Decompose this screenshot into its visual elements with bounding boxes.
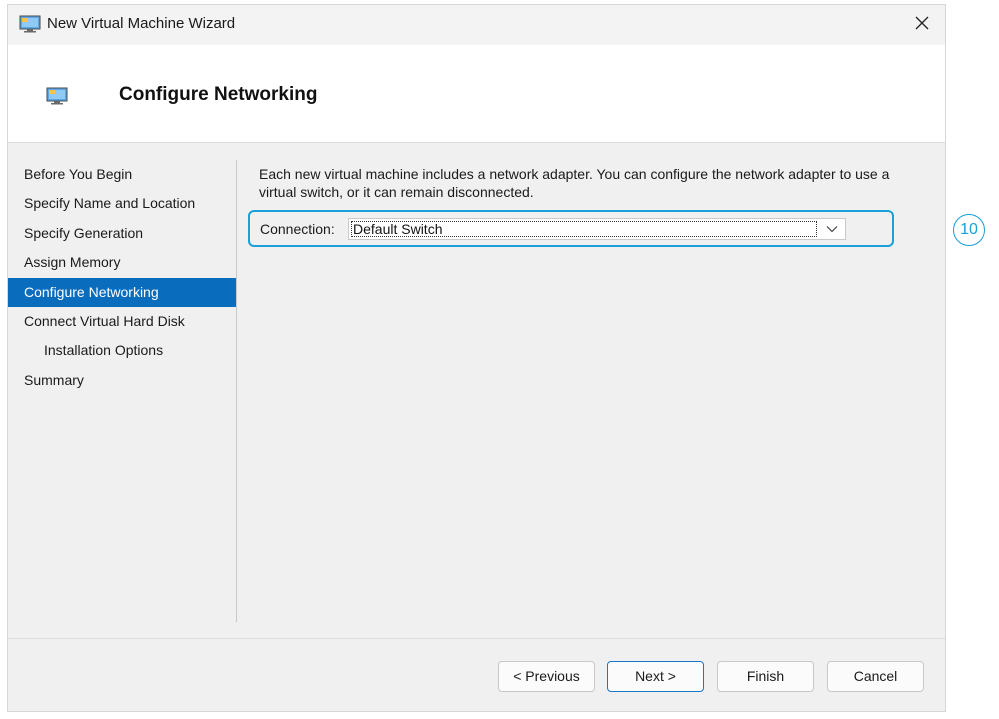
cancel-button[interactable]: Cancel: [827, 661, 924, 692]
sidebar-item-before-you-begin[interactable]: Before You Begin: [8, 160, 236, 189]
content-pane: Each new virtual machine includes a netw…: [259, 166, 929, 201]
page-title: Configure Networking: [119, 84, 318, 105]
close-icon: [915, 16, 929, 35]
sidebar-item-installation-options[interactable]: Installation Options: [8, 336, 236, 365]
previous-button[interactable]: < Previous: [498, 661, 595, 692]
sidebar-item-summary[interactable]: Summary: [8, 366, 236, 395]
wizard-window: New Virtual Machine Wizard Configure Net…: [7, 4, 946, 712]
sidebar-divider: [236, 160, 237, 622]
connection-dropdown[interactable]: Default Switch: [348, 218, 846, 240]
hyperv-monitor-icon: [19, 15, 41, 33]
step-callout-badge: 10: [953, 214, 985, 246]
window-title: New Virtual Machine Wizard: [47, 15, 236, 32]
next-button[interactable]: Next >: [607, 661, 704, 692]
title-bar: New Virtual Machine Wizard: [8, 5, 945, 45]
description-text: Each new virtual machine includes a netw…: [259, 166, 890, 200]
sidebar-item-connect-virtual-hard-disk[interactable]: Connect Virtual Hard Disk: [8, 307, 236, 336]
sidebar-item-configure-networking[interactable]: Configure Networking: [8, 277, 236, 307]
finish-button[interactable]: Finish: [717, 661, 814, 692]
hyperv-monitor-icon: [45, 87, 69, 105]
connection-selected-value: Default Switch: [351, 221, 817, 237]
connection-row-highlight: Connection: Default Switch: [248, 210, 894, 247]
connection-label: Connection:: [260, 221, 335, 237]
footer-divider: [8, 638, 945, 639]
sidebar-item-specify-name-location[interactable]: Specify Name and Location: [8, 189, 236, 218]
wizard-steps-sidebar: Before You Begin Specify Name and Locati…: [8, 160, 236, 395]
sidebar-item-specify-generation[interactable]: Specify Generation: [8, 219, 236, 248]
close-button[interactable]: [899, 5, 945, 45]
sidebar-item-assign-memory[interactable]: Assign Memory: [8, 248, 236, 277]
wizard-header: Configure Networking: [8, 45, 945, 143]
chevron-down-icon[interactable]: [819, 219, 845, 239]
